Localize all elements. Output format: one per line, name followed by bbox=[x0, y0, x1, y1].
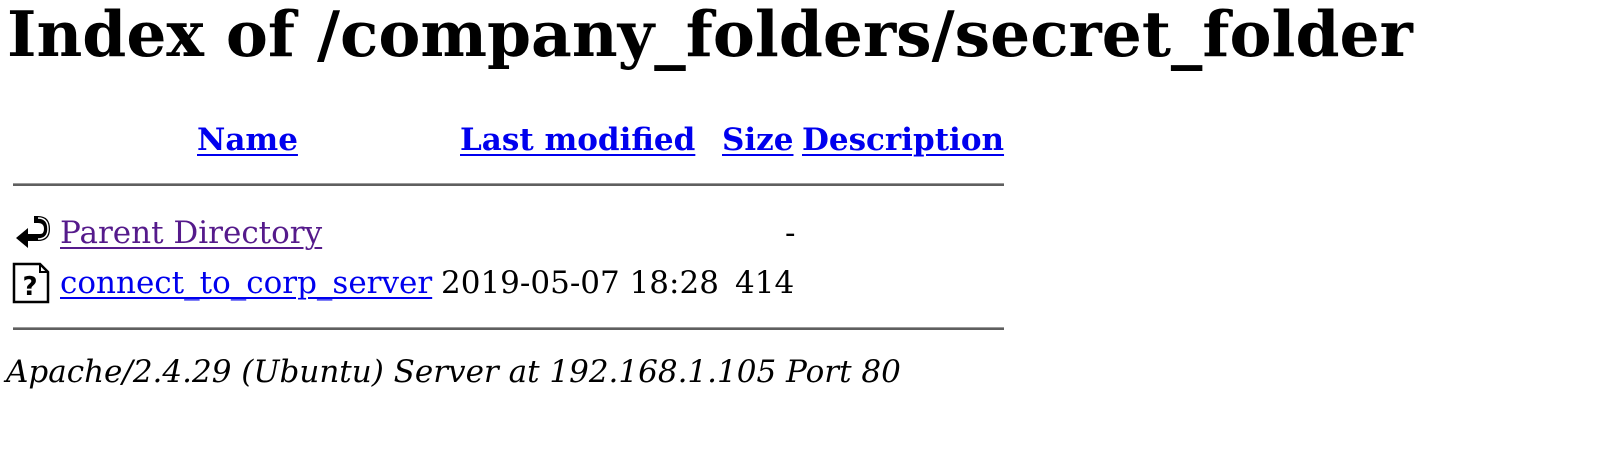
svg-text:?: ? bbox=[22, 272, 37, 302]
table-top-divider bbox=[13, 183, 1004, 186]
back-arrow-icon bbox=[12, 212, 52, 254]
last-modified-value: 2019-05-07 18:28 bbox=[441, 265, 719, 301]
connect-to-corp-server-link[interactable]: connect_to_corp_server bbox=[60, 263, 432, 303]
parent-directory-link[interactable]: Parent Directory bbox=[60, 213, 322, 253]
file-size: - bbox=[785, 215, 796, 251]
unknown-file-icon: ? bbox=[12, 262, 52, 304]
sort-by-name-link[interactable]: Name bbox=[197, 120, 298, 160]
server-signature: Apache/2.4.29 (Ubuntu) Server at 192.168… bbox=[6, 354, 901, 390]
page-title: Index of /company_folders/secret_folder bbox=[7, 0, 1413, 71]
file-size: 414 bbox=[735, 265, 795, 301]
sort-by-description-link[interactable]: Description bbox=[802, 120, 1004, 160]
sort-by-size-link[interactable]: Size bbox=[722, 120, 794, 160]
table-bottom-divider bbox=[13, 327, 1004, 330]
sort-by-last-modified-link[interactable]: Last modified bbox=[460, 120, 695, 160]
